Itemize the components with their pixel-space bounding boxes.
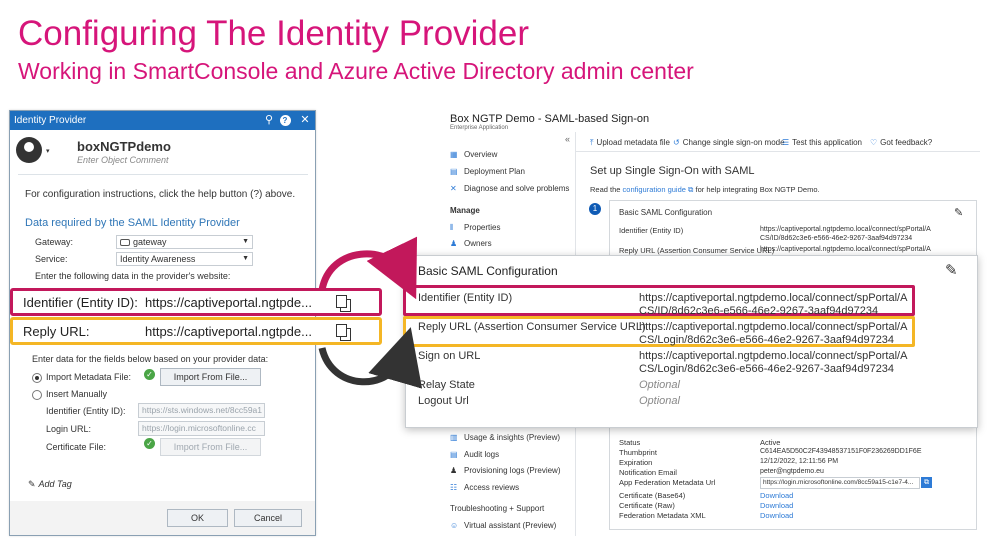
identifier-arrow <box>318 236 417 300</box>
reply-arrow <box>318 327 423 389</box>
arrows-overlay <box>318 236 423 389</box>
